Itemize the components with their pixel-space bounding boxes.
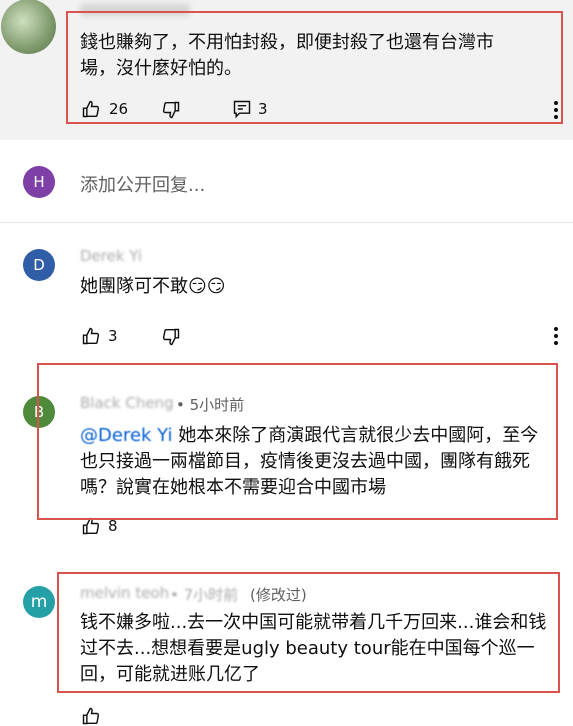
thumbs-up-icon[interactable] [80, 706, 102, 726]
like-count: 3 [108, 327, 118, 345]
thumbs-up-icon[interactable] [80, 99, 102, 119]
user-avatar: H [23, 166, 55, 198]
mention-link[interactable]: @Derek Yi [80, 425, 173, 446]
comment-time: • 7小时前 [170, 586, 239, 604]
redacted-author-name [80, 4, 190, 16]
edited-label: (修改过) [250, 586, 307, 604]
comment-text: 钱不嫌多啦...去一次中国可能就带着几千万回来...谁会和钱过不去...想想看要… [80, 612, 547, 685]
more-vert-icon[interactable] [553, 101, 559, 119]
comment-text: 錢也賺夠了，不用怕封殺，即便封殺了也還有台灣市場，沒什麼好怕的。 [80, 32, 494, 79]
like-count: 26 [109, 100, 129, 118]
reply-icon[interactable] [232, 99, 252, 119]
more-vert-icon[interactable] [553, 327, 559, 345]
commenter-avatar[interactable]: m [23, 586, 55, 618]
comment-text: 她團隊可不敢😏😏 [80, 276, 226, 297]
comment-author[interactable]: melvin teoh [80, 584, 169, 602]
thumbs-up-icon[interactable] [80, 516, 102, 536]
comment-body: @Derek Yi 她本來除了商演跟代言就很少去中國阿，至今也只接過一兩檔節目，… [80, 423, 540, 501]
commenter-avatar[interactable]: B [23, 396, 55, 428]
thumbs-down-icon[interactable] [160, 327, 182, 347]
reply-count: 3 [258, 100, 268, 118]
reply-input[interactable]: 添加公开回复... [80, 171, 205, 197]
comment-time: • 5小时前 [176, 396, 245, 414]
commenter-avatar[interactable]: D [23, 249, 55, 281]
comment-author[interactable]: Black Cheng [80, 394, 174, 412]
divider [0, 222, 573, 223]
comment-author[interactable]: Derek Yi [80, 247, 142, 265]
thumbs-down-icon[interactable] [160, 100, 182, 120]
thumbs-up-icon[interactable] [80, 326, 102, 346]
like-count: 8 [108, 517, 118, 535]
commenter-avatar[interactable] [1, 0, 56, 54]
